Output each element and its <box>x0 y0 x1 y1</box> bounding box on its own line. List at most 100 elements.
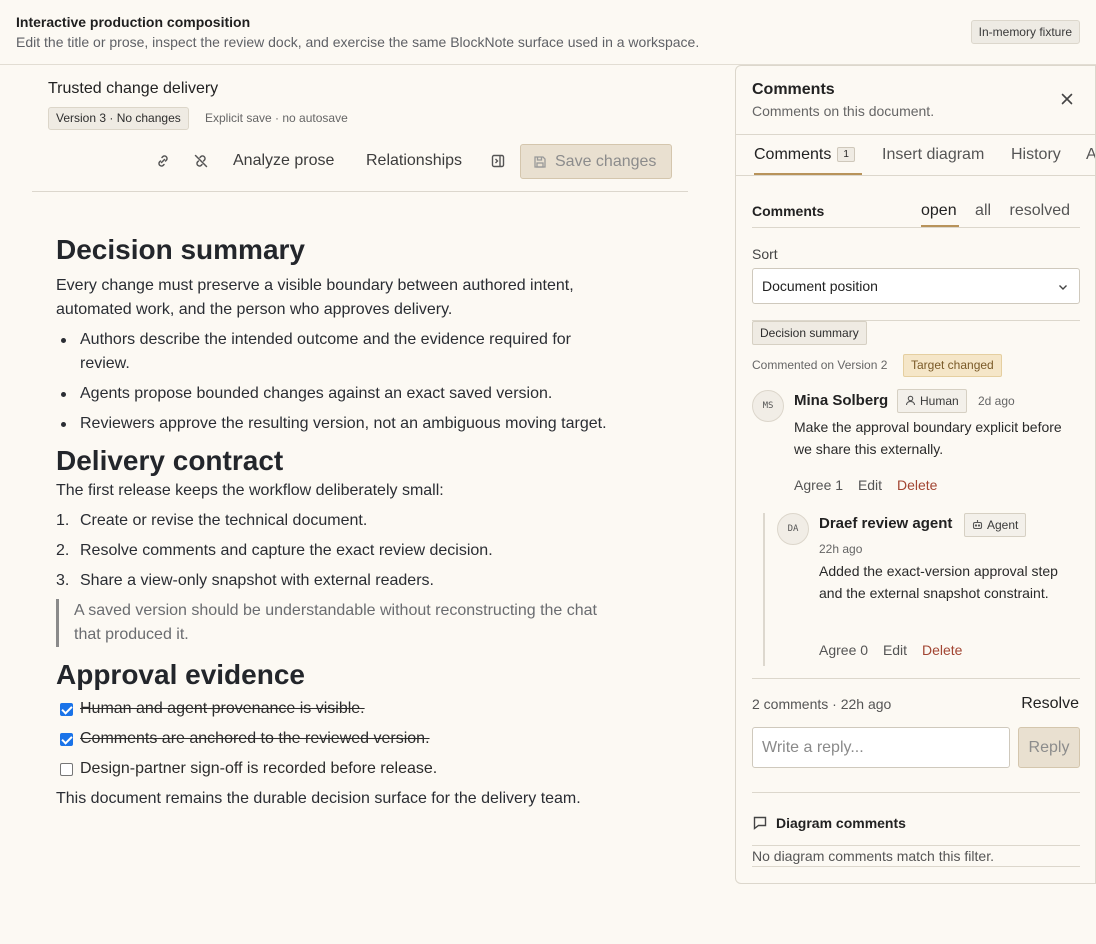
list-item[interactable]: Authors describe the intended outcome an… <box>56 328 616 376</box>
close-icon[interactable] <box>1061 90 1073 108</box>
fixture-badge: In-memory fixture <box>970 20 1080 44</box>
delete-button[interactable]: Delete <box>922 642 962 658</box>
avatar: MS <box>752 390 784 422</box>
heading-decision-summary[interactable]: Decision summary <box>56 232 616 268</box>
diagram-comments-empty: No diagram comments match this filter. <box>752 848 994 864</box>
checklist-text[interactable]: Comments are anchored to the reviewed ve… <box>80 730 430 747</box>
checkbox[interactable] <box>60 703 73 716</box>
edit-button[interactable]: Edit <box>858 477 882 493</box>
divider <box>752 792 1080 793</box>
save-icon <box>534 155 546 168</box>
save-changes-button[interactable]: Save changes <box>520 144 672 179</box>
list-number: 3. <box>56 572 70 589</box>
unlink-icon[interactable] <box>191 151 211 171</box>
top-bar: Interactive production composition Edit … <box>0 0 1096 65</box>
reply-input[interactable]: Write a reply... <box>752 727 1010 768</box>
user-icon <box>905 395 916 406</box>
divider <box>752 678 1080 679</box>
list-item[interactable]: Agents propose bounded changes against a… <box>56 382 616 406</box>
tab-history[interactable]: History <box>1011 146 1061 164</box>
heading-delivery-contract[interactable]: Delivery contract <box>56 443 616 479</box>
comment-author: Mina Solberg <box>794 392 889 409</box>
panel-toggle-icon[interactable] <box>488 151 508 171</box>
comment-filters: open all resolved <box>921 202 1084 220</box>
comments-filter-label: Comments <box>752 203 825 219</box>
panel-title: Comments <box>752 81 835 98</box>
checklist-text[interactable]: Human and agent provenance is visible. <box>80 700 365 717</box>
checklist-item: Human and agent provenance is visible. <box>56 697 616 721</box>
comments-panel: Comments Comments on this document. Comm… <box>735 65 1096 884</box>
anchor-badge[interactable]: Decision summary <box>752 321 867 345</box>
tab-comments[interactable]: Comments 1 <box>754 146 855 164</box>
human-badge: Human <box>897 389 967 413</box>
heading-approval-evidence[interactable]: Approval evidence <box>56 657 616 693</box>
comment-icon <box>753 816 767 830</box>
edit-button[interactable]: Edit <box>883 642 907 658</box>
resolve-button[interactable]: Resolve <box>1021 695 1079 713</box>
comment-actions: Agree 0 Edit Delete <box>819 642 973 658</box>
comment-body: Added the exact-version approval step an… <box>819 563 1058 601</box>
comment-time: 22h ago <box>819 542 863 556</box>
badge-label: Agent <box>987 518 1019 532</box>
badge-label: Human <box>920 394 959 408</box>
relationships-button[interactable]: Relationships <box>366 152 462 170</box>
page-subtitle: Edit the title or prose, inspect the rev… <box>16 34 700 50</box>
reply-button[interactable]: Reply <box>1018 727 1080 768</box>
checkbox[interactable] <box>60 733 73 746</box>
checklist-text[interactable]: Design-partner sign-off is recorded befo… <box>80 760 437 777</box>
save-changes-label: Save changes <box>555 152 657 170</box>
divider <box>736 175 1095 176</box>
target-changed-badge: Target changed <box>903 354 1002 377</box>
filter-resolved[interactable]: resolved <box>1010 202 1070 219</box>
agent-badge: Agent <box>964 513 1027 537</box>
divider <box>736 134 1095 135</box>
divider <box>752 866 1080 867</box>
agree-button[interactable]: Agree 1 <box>794 477 843 493</box>
version-badge: Version 3 · No changes <box>48 107 189 130</box>
checklist-item: Design-partner sign-off is recorded befo… <box>56 757 616 781</box>
paragraph[interactable]: Every change must preserve a visible bou… <box>56 274 616 322</box>
divider <box>752 845 1080 846</box>
list-text: Resolve comments and capture the exact r… <box>80 542 493 559</box>
thread-line <box>763 513 765 666</box>
sort-value: Document position <box>762 278 878 294</box>
list-number: 1. <box>56 512 70 529</box>
sort-select[interactable]: Document position <box>752 268 1080 304</box>
paragraph[interactable]: The first release keeps the workflow del… <box>56 479 616 503</box>
chevron-down-icon <box>1059 285 1067 290</box>
delete-button[interactable]: Delete <box>897 477 937 493</box>
checklist-item: Comments are anchored to the reviewed ve… <box>56 727 616 751</box>
list-item[interactable]: 1. Create or revise the technical documen… <box>56 509 616 533</box>
comment-actions: Agree 1 Edit Delete <box>794 477 948 493</box>
avatar: DA <box>777 513 809 545</box>
filter-open[interactable]: open <box>921 202 957 219</box>
comment-body: Make the approval boundary explicit befo… <box>794 419 1062 457</box>
filter-all[interactable]: all <box>975 202 991 219</box>
list-text: Create or revise the technical document. <box>80 512 368 529</box>
paragraph[interactable]: This document remains the durable decisi… <box>56 787 616 811</box>
diagram-comments-title[interactable]: Diagram comments <box>776 815 906 831</box>
checkbox[interactable] <box>60 763 73 776</box>
thread-meta: 2 comments · 22h ago <box>752 696 892 712</box>
analyze-prose-button[interactable]: Analyze prose <box>233 152 334 170</box>
page-title: Interactive production composition <box>16 14 251 30</box>
agree-button[interactable]: Agree 0 <box>819 642 868 658</box>
document-body[interactable]: Decision summary Every change must prese… <box>56 232 616 811</box>
comment-count-badge: 1 <box>837 147 855 162</box>
comment-author: Draef review agent <box>819 515 953 532</box>
blockquote[interactable]: A saved version should be understandable… <box>56 599 616 647</box>
bot-icon <box>972 520 983 530</box>
document-title[interactable]: Trusted change delivery <box>48 80 218 98</box>
editor-divider <box>32 191 688 192</box>
list-item[interactable]: 2. Resolve comments and capture the exact… <box>56 539 616 563</box>
list-number: 2. <box>56 542 70 559</box>
tab-overflow[interactable]: A <box>1086 146 1095 164</box>
save-mode-note: Explicit save · no autosave <box>205 111 348 125</box>
list-item[interactable]: 3. Share a view-only snapshot with extern… <box>56 569 616 593</box>
comment-time: 2d ago <box>978 394 1015 408</box>
list-item[interactable]: Reviewers approve the resulting version,… <box>56 412 616 436</box>
link-icon[interactable] <box>153 151 173 171</box>
panel-subtitle: Comments on this document. <box>752 103 935 119</box>
divider <box>752 227 1080 228</box>
tab-insert-diagram[interactable]: Insert diagram <box>882 146 984 164</box>
